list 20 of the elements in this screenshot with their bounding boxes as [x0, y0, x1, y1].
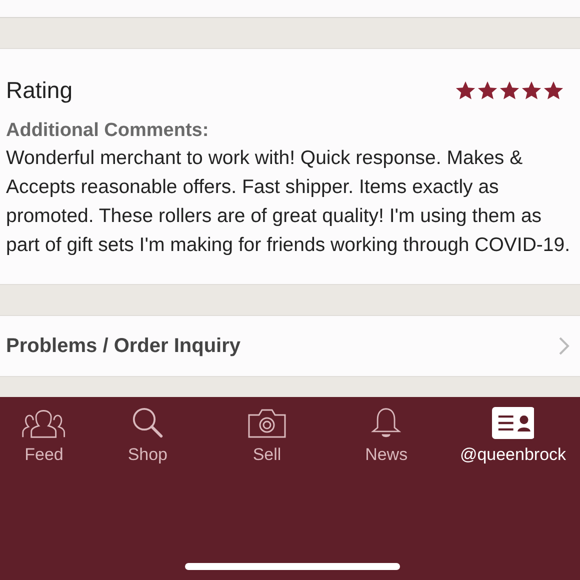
comments-heading: Additional Comments:	[6, 120, 210, 142]
star-icon	[499, 80, 520, 101]
star-icon	[543, 80, 564, 101]
tab[interactable]: News	[326, 407, 446, 465]
tab[interactable]: Feed	[0, 407, 88, 465]
bell-icon	[371, 407, 402, 439]
star-icon	[455, 80, 476, 101]
people-icon	[21, 407, 67, 439]
camera-icon	[246, 407, 287, 439]
comment-text: Wonderful merchant to work with! Quick response. Makes & Accepts reasonable offers. Fast shipper. Items exactly as promoted. These rollers are of great quality! I'm using them as part of gift sets I'm making for friends working through COVID-19.	[6, 146, 572, 258]
id-card-icon	[492, 407, 534, 439]
tab[interactable]: @queenbrock	[446, 407, 580, 465]
star-icon	[521, 80, 542, 101]
tab[interactable]: Shop	[88, 407, 208, 465]
search-icon	[132, 407, 164, 439]
problems-row[interactable]: Problems / Order Inquiry	[0, 315, 580, 377]
chevron-icon	[558, 336, 570, 356]
tab[interactable]: Sell	[207, 407, 327, 465]
star-icon	[477, 80, 498, 101]
rating-label: Rating	[6, 77, 72, 104]
